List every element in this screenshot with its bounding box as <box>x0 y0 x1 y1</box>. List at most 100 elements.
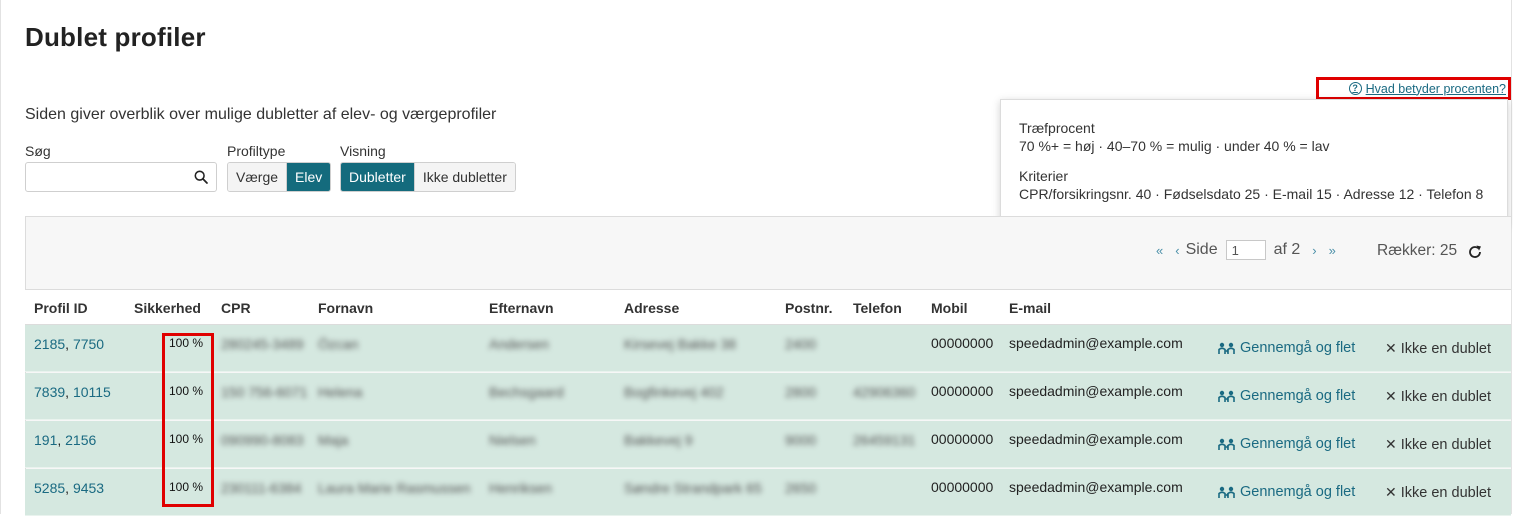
people-merge-icon <box>1218 486 1235 498</box>
profile-id-link[interactable]: 2156 <box>65 432 96 448</box>
sikkerhed-value: 100 % <box>169 432 204 446</box>
col-header-cpr[interactable]: CPR <box>221 300 251 316</box>
profile-id-link[interactable]: 191 <box>34 432 57 448</box>
telefon-value: 42906360 <box>853 384 916 400</box>
page-title: Dublet profiler <box>25 22 206 52</box>
tooltip-heading-percent: Træfprocent <box>1019 120 1095 136</box>
page-intro: Siden giver overblik over mulige dublett… <box>25 106 497 123</box>
profile-id-link[interactable]: 5285 <box>34 480 65 496</box>
profiletype-vaerge-button[interactable]: Værge <box>228 163 287 191</box>
search-input[interactable] <box>26 163 186 191</box>
view-dubletter-button[interactable]: Dubletter <box>341 163 414 191</box>
pagination: « ‹ Side 1 af 2 › » <box>1150 240 1342 260</box>
merge-button[interactable]: Gennemgå og flet <box>1218 388 1355 404</box>
col-header-profil-id[interactable]: Profil ID <box>34 300 88 316</box>
close-icon: ✕ <box>1385 340 1397 356</box>
help-tooltip: Træfprocent 70 %+ = høj · 40–70 % = muli… <box>1000 99 1508 225</box>
help-link[interactable]: ? Hvad betyder procenten? <box>1348 81 1506 96</box>
question-circle-icon: ? <box>1348 82 1362 95</box>
col-header-fornavn[interactable]: Fornavn <box>318 300 373 316</box>
close-icon: ✕ <box>1385 436 1397 452</box>
merge-button[interactable]: Gennemgå og flet <box>1218 484 1355 500</box>
postnr-value: 2400 <box>785 336 817 352</box>
left-border <box>0 0 1 514</box>
page-count: af 2 <box>1273 241 1301 258</box>
not-duplicate-label: Ikke en dublet <box>1400 484 1492 501</box>
profile-id-link[interactable]: 2185 <box>34 336 65 352</box>
adresse-value: Kirsevej Bakke 38 <box>624 336 737 352</box>
cpr-value: 090990-8083 <box>221 432 304 448</box>
adresse-value: Søndre Strandpark 65 <box>624 480 762 496</box>
postnr-value: 2650 <box>785 480 817 496</box>
profile-id-link[interactable]: 9453 <box>73 480 104 496</box>
fornavn-value: Laura Marie Rasmussen <box>318 480 471 496</box>
table-row: 7839, 10115 100 % 150 756-6071 Helena Be… <box>25 373 1511 420</box>
mobil-value: 00000000 <box>931 479 994 495</box>
page-label: Side <box>1185 241 1218 258</box>
fornavn-value: Helena <box>318 384 363 400</box>
mobil-value: 00000000 <box>931 335 994 351</box>
sikkerhed-value: 100 % <box>169 384 204 398</box>
merge-label: Gennemgå og flet <box>1240 388 1356 404</box>
tooltip-criteria-weights: CPR/forsikringsnr. 40 · Fødselsdato 25 ·… <box>1019 186 1484 202</box>
col-header-mobil[interactable]: Mobil <box>931 300 968 316</box>
email-value: speedadmin@example.com <box>1009 335 1183 351</box>
merge-button[interactable]: Gennemgå og flet <box>1218 436 1355 452</box>
col-header-telefon[interactable]: Telefon <box>853 300 902 316</box>
sikkerhed-value: 100 % <box>169 336 204 350</box>
postnr-value: 2800 <box>785 384 817 400</box>
prev-page-link[interactable]: ‹ <box>1175 243 1179 258</box>
adresse-value: Bakkevej 9 <box>624 432 693 448</box>
people-merge-icon <box>1218 438 1235 450</box>
first-page-link[interactable]: « <box>1156 243 1163 258</box>
profile-ids: 5285, 9453 <box>34 480 105 496</box>
last-page-link[interactable]: » <box>1329 243 1336 258</box>
refresh-icon[interactable] <box>1467 244 1483 260</box>
not-duplicate-button[interactable]: ✕ Ikke en dublet <box>1385 484 1491 501</box>
mobil-value: 00000000 <box>931 431 994 447</box>
profile-id-link[interactable]: 10115 <box>73 384 111 400</box>
not-duplicate-label: Ikke en dublet <box>1400 340 1492 357</box>
col-header-adresse[interactable]: Adresse <box>624 300 679 316</box>
search-icon[interactable] <box>194 170 208 184</box>
profile-id-link[interactable]: 7839 <box>34 384 65 400</box>
not-duplicate-label: Ikke en dublet <box>1400 388 1492 405</box>
rows-per-page[interactable]: Rækker: 25 <box>1377 242 1457 260</box>
table-row: 5285, 9453 100 % 230111-6384 Laura Marie… <box>25 469 1511 516</box>
close-icon: ✕ <box>1385 484 1397 500</box>
col-header-email[interactable]: E-mail <box>1009 300 1051 316</box>
help-link-label: Hvad betyder procenten? <box>1365 81 1506 96</box>
people-merge-icon <box>1218 342 1235 354</box>
cpr-value: 230111-6384 <box>221 480 302 496</box>
col-header-postnr[interactable]: Postnr. <box>785 300 832 316</box>
merge-label: Gennemgå og flet <box>1240 484 1356 500</box>
profiletype-elev-button[interactable]: Elev <box>286 163 331 191</box>
profiletype-label: Profiltype <box>227 143 286 159</box>
not-duplicate-button[interactable]: ✕ Ikke en dublet <box>1385 388 1491 405</box>
next-page-link[interactable]: › <box>1312 243 1316 258</box>
profile-ids: 191, 2156 <box>34 432 97 448</box>
not-duplicate-button[interactable]: ✕ Ikke en dublet <box>1385 340 1491 357</box>
efternavn-value: Henriksen <box>489 480 553 496</box>
search-field[interactable] <box>25 162 217 192</box>
not-duplicate-button[interactable]: ✕ Ikke en dublet <box>1385 436 1491 453</box>
col-header-efternavn[interactable]: Efternavn <box>489 300 554 316</box>
email-value: speedadmin@example.com <box>1009 431 1183 447</box>
search-label: Søg <box>25 143 51 159</box>
tooltip-heading-criteria: Kriterier <box>1019 168 1069 184</box>
page-number-input[interactable]: 1 <box>1225 240 1266 260</box>
merge-button[interactable]: Gennemgå og flet <box>1218 340 1355 356</box>
profile-id-link[interactable]: 7750 <box>73 336 104 352</box>
email-value: speedadmin@example.com <box>1009 383 1183 399</box>
fornavn-value: Özcan <box>318 336 359 352</box>
table-row: 2185, 7750 100 % 280245-3489 Özcan Ander… <box>25 325 1511 372</box>
col-header-sikkerhed[interactable]: Sikkerhed <box>134 300 201 316</box>
cpr-value: 280245-3489 <box>221 336 304 352</box>
view-ikke-dubletter-button[interactable]: Ikke dubletter <box>413 163 515 191</box>
sikkerhed-value: 100 % <box>169 480 204 494</box>
table-row: 191, 2156 100 % 090990-8083 Maja Nielsen… <box>25 421 1511 468</box>
email-value: speedadmin@example.com <box>1009 479 1183 495</box>
efternavn-value: Nielsen <box>489 432 536 448</box>
efternavn-value: Andersen <box>489 336 549 352</box>
fornavn-value: Maja <box>318 432 349 448</box>
